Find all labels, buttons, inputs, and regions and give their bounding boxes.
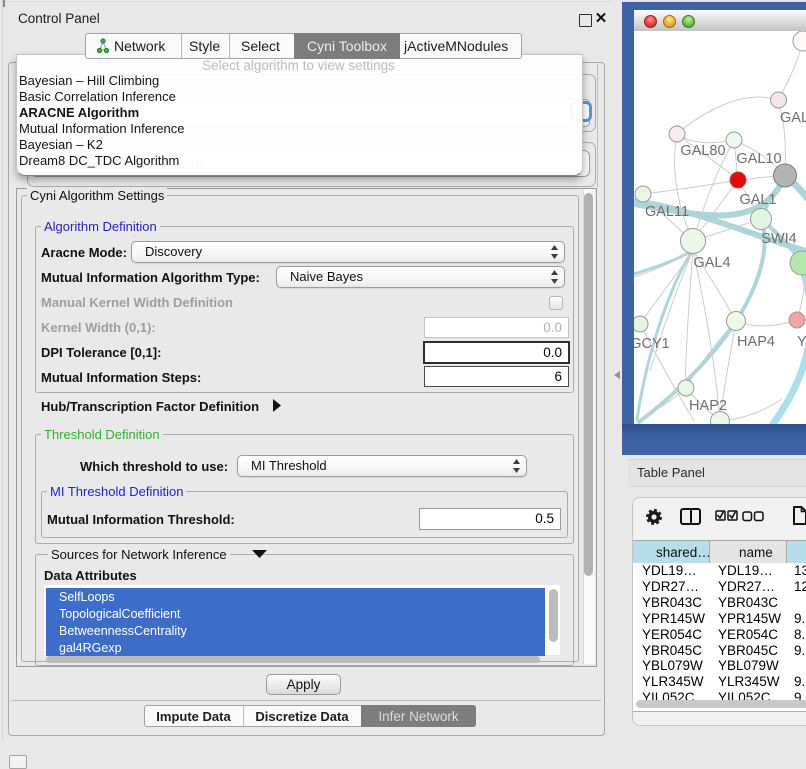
svg-text:GAL11: GAL11 [645,204,689,220]
svg-text:GAL80: GAL80 [680,143,725,159]
svg-text:GAL1: GAL1 [739,192,776,208]
svg-text:GAL4: GAL4 [693,255,730,271]
svg-text:HAP4: HAP4 [737,334,775,350]
svg-text:Y: Y [797,334,806,350]
svg-text:GCY1: GCY1 [634,336,670,352]
svg-text:GAL7: GAL7 [780,110,806,126]
svg-text:HAP2: HAP2 [689,398,727,414]
svg-text:GAL10: GAL10 [736,151,781,167]
svg-text:SWI4: SWI4 [761,231,796,247]
